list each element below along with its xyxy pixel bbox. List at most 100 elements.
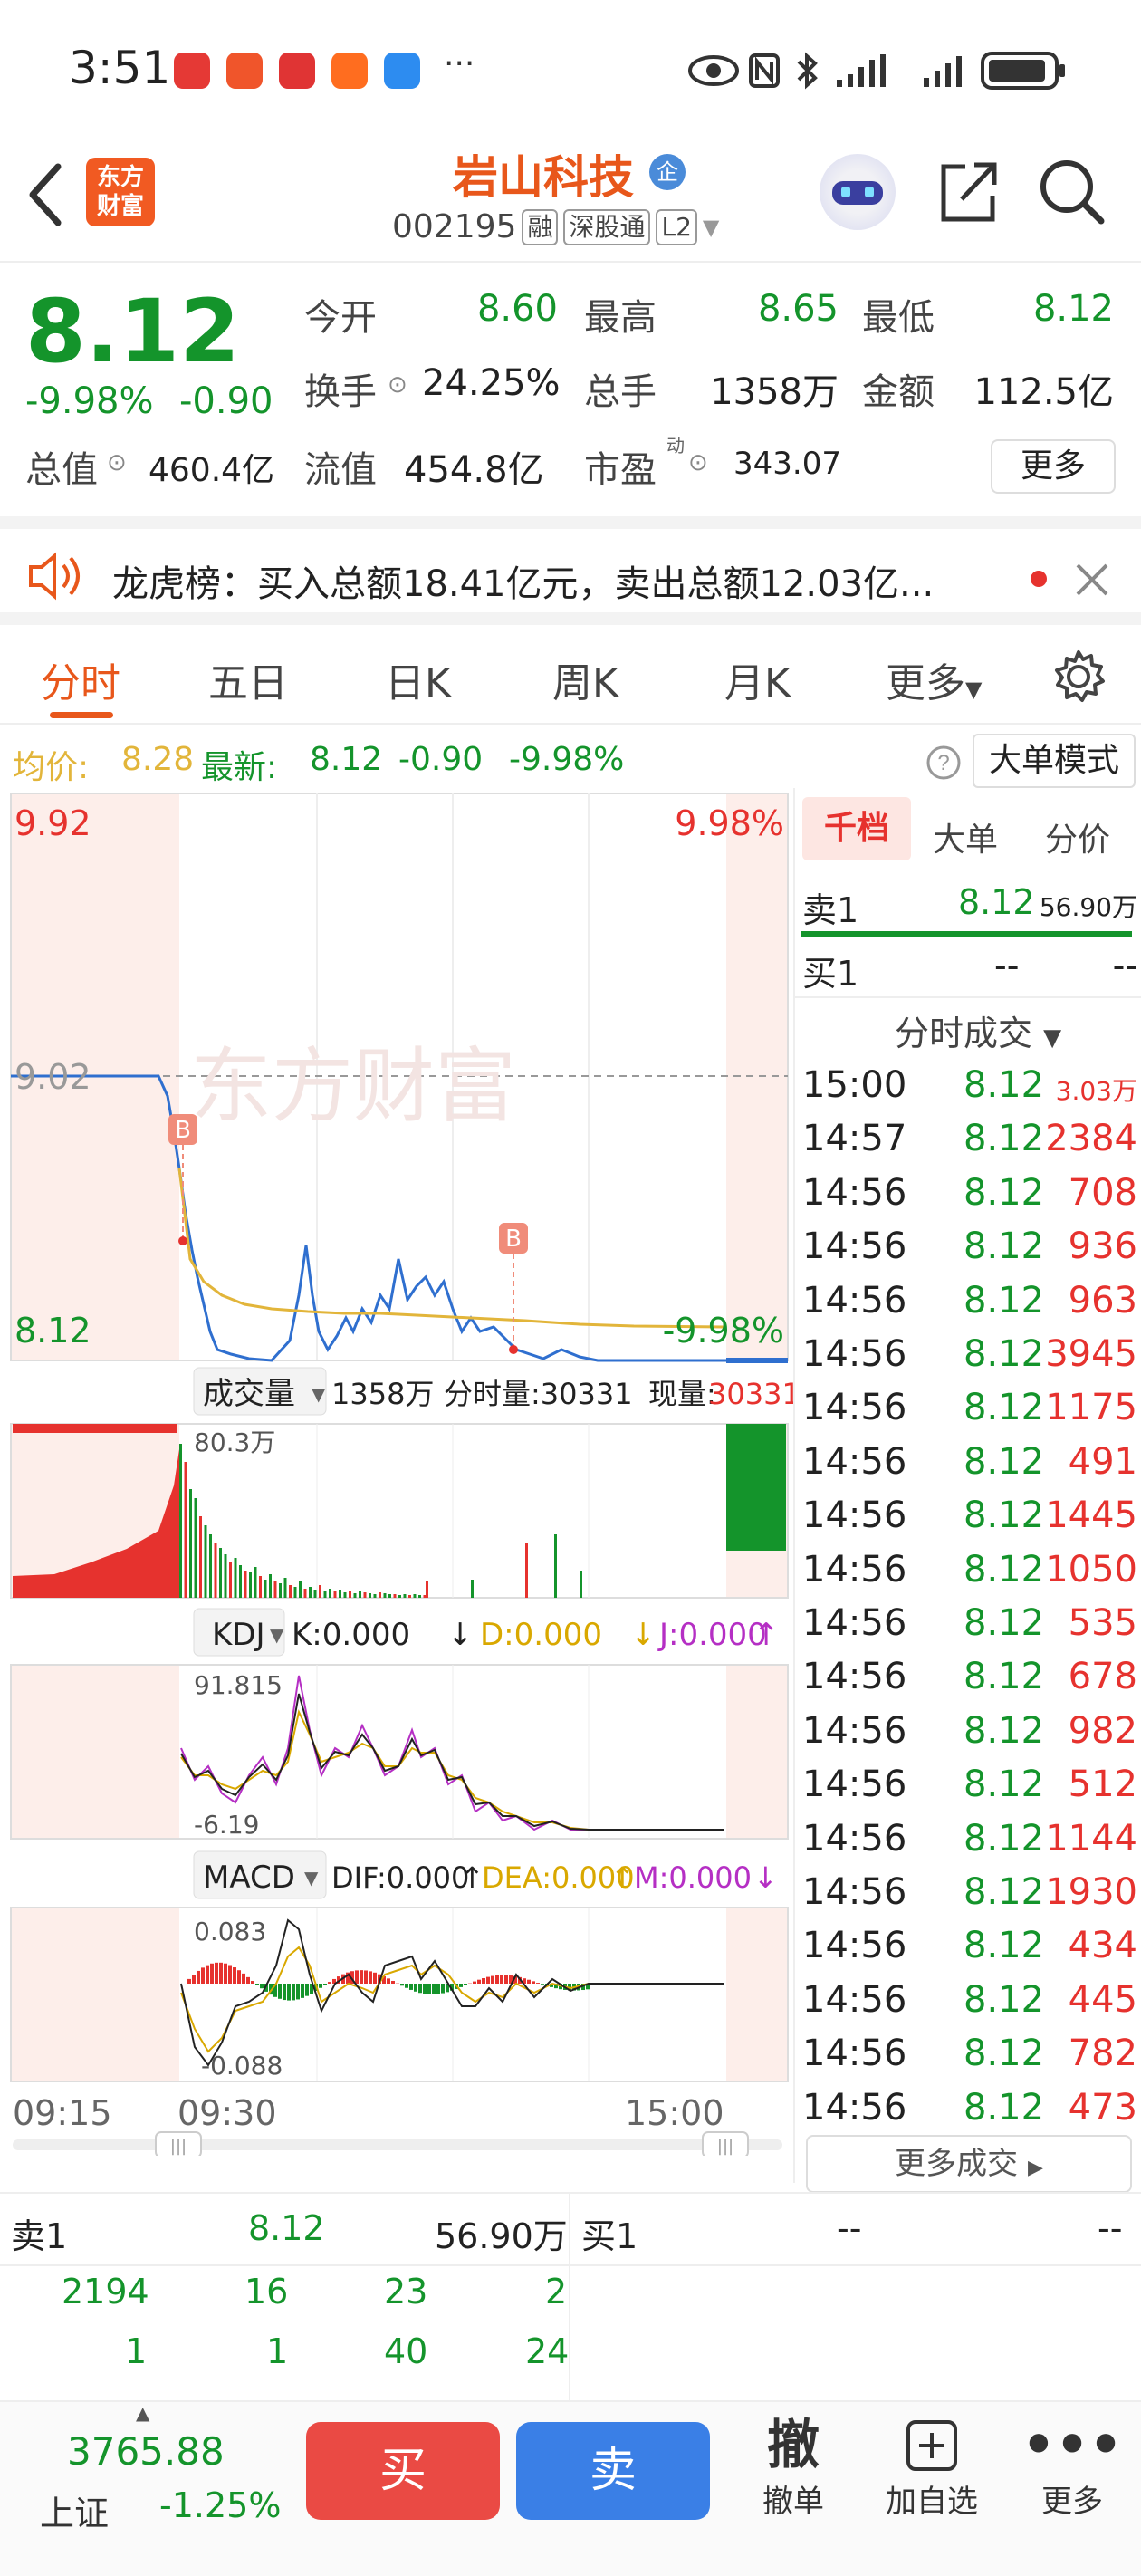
kdj-k: K:0.000 [292, 1617, 410, 1653]
add-watchlist-button[interactable]: 加自选 [873, 2413, 991, 2521]
tab-price-distribution[interactable]: 分价 [1045, 813, 1110, 860]
tab-more[interactable]: 更多▼ [886, 650, 982, 708]
trade-time: 14:56 [802, 1764, 907, 1806]
sell1-volume: 56.90万 [1039, 892, 1137, 922]
help-icon[interactable]: ? [925, 745, 962, 781]
tab-big-orders[interactable]: 大单 [933, 813, 998, 860]
watermark: 东方财富 [190, 1039, 516, 1134]
app-icon [226, 53, 263, 89]
trade-volume: 1050 [1045, 1548, 1137, 1591]
tab-daily-k[interactable]: 日K [385, 650, 451, 708]
buy-marker-label: B [175, 1117, 191, 1144]
tab-monthly-k[interactable]: 月K [724, 650, 791, 708]
sell-button[interactable]: 卖 [516, 2422, 710, 2520]
huawei-app-icon [174, 53, 210, 89]
back-icon[interactable] [25, 161, 65, 228]
trade-time: 14:56 [802, 2033, 907, 2075]
latest-change: -0.90 [398, 741, 484, 778]
trade-time: 14:56 [802, 1656, 907, 1698]
macd-bar [251, 1981, 254, 1984]
buy1-row: 买1 -- -- [801, 942, 1137, 996]
index-value[interactable]: 3765.88 [67, 2429, 225, 2474]
macd-bar [486, 1976, 490, 1984]
big-order-mode-button[interactable]: 大单模式 [973, 734, 1136, 788]
tab-intraday[interactable]: 分时 [41, 650, 120, 708]
notice-bar[interactable]: 龙虎榜：买入总额18.41亿元，卖出总额12.03亿... [0, 516, 1141, 625]
avg-price-bar: 均价: 8.28 最新: 8.12 -0.90 -9.98% ? 大单模式 [0, 734, 1141, 788]
trades-title-label: 分时成交 [895, 1014, 1033, 1053]
more-quote-button[interactable]: 更多 [991, 439, 1116, 494]
amount-value: 112.5亿 [973, 371, 1114, 413]
expand-triangle-icon[interactable]: ▼ [703, 215, 719, 240]
arrow-up-icon: ↑ [610, 1860, 635, 1895]
latest-change-pct: -9.98% [509, 741, 625, 778]
tab-depth[interactable]: 千档 [802, 797, 911, 860]
order-sell1-price: 8.12 [248, 2208, 325, 2248]
range-slider-track[interactable] [13, 2139, 782, 2150]
app-icon [279, 53, 315, 89]
trade-volume: 963 [1068, 1279, 1137, 1322]
dropdown-icon: ▼ [312, 1383, 326, 1405]
status-bar: 3:51 ··· [0, 0, 1141, 136]
trade-volume: 936 [1068, 1226, 1137, 1268]
volume-bar [299, 1581, 302, 1598]
trade-row: 14:56 8.12 1050 [801, 1549, 1137, 1602]
cancel-order-button[interactable]: 撤 撤单 [739, 2413, 848, 2521]
trade-volume: 708 [1068, 1171, 1137, 1214]
kdj-j: J:0.000 [657, 1617, 767, 1653]
stock-header: 东方 财富 岩山科技 企 002195 融 深股通 L2 ▼ [0, 136, 1141, 263]
trade-price: 8.12 [964, 1656, 1045, 1698]
macd-bar [541, 1984, 544, 1985]
search-icon[interactable] [1036, 156, 1108, 228]
more-actions-button[interactable]: ••• 更多 [1018, 2413, 1127, 2521]
arrow-up-icon: ↑ [460, 1860, 484, 1895]
trade-volume: 1930 [1045, 1871, 1137, 1913]
add-watchlist-label: 加自选 [886, 2484, 978, 2520]
order-buy1-label: 买1 [581, 2216, 638, 2256]
more-trades-button[interactable]: 更多成交 ▶ [806, 2135, 1132, 2193]
order-summary: 卖1 8.12 56.90万 买1 -- -- 2194 16 23 2 1 1… [0, 2192, 1141, 2402]
nfc-icon [749, 53, 780, 88]
intraday-chart[interactable]: 东方财富 B B 9.92 9.02 8.12 9.98% -9.98% 成交量… [0, 788, 793, 2156]
tab-five-day[interactable]: 五日 [208, 650, 288, 708]
change-percent: -9.98% [25, 380, 154, 422]
info-icon[interactable]: ⊙ [388, 371, 408, 399]
trade-volume: 535 [1068, 1602, 1137, 1644]
logo-line-1: 东方 [96, 164, 144, 191]
order-queue-cell: 2194 [62, 2272, 149, 2312]
settings-gear-icon[interactable] [1050, 649, 1107, 705]
trade-volume: 3.03万 [1055, 1076, 1137, 1106]
tab-weekly-k[interactable]: 周K [552, 650, 618, 708]
trade-time: 14:56 [802, 1171, 907, 1214]
trade-volume: 2384 [1045, 1118, 1137, 1160]
macd-bar [369, 1971, 372, 1984]
trade-time: 14:57 [802, 1118, 907, 1160]
volume-bar [383, 1593, 387, 1598]
volume-bar [194, 1498, 197, 1598]
trade-row: 14:56 8.12 936 [801, 1226, 1137, 1279]
arrow-down-icon: ↓ [753, 1860, 778, 1895]
macd-bar [405, 1984, 408, 1988]
info-icon[interactable]: ⊙ [107, 449, 127, 476]
expand-up-icon[interactable]: ▲ [136, 2402, 149, 2424]
trade-time: 14:56 [802, 1871, 907, 1913]
buy-button[interactable]: 买 [306, 2422, 500, 2520]
close-icon[interactable] [1074, 562, 1110, 598]
speaker-icon [29, 552, 80, 601]
macd-bar [228, 1965, 232, 1984]
macd-selector-label: MACD [203, 1860, 295, 1896]
macd-bar [260, 1984, 264, 1989]
info-icon[interactable]: ⊙ [688, 449, 708, 476]
trade-time: 14:56 [802, 1709, 907, 1752]
trade-row: 14:56 8.12 678 [801, 1656, 1137, 1709]
share-icon[interactable] [936, 154, 1000, 226]
assistant-robot-icon[interactable] [820, 154, 896, 230]
volume-bar [403, 1594, 407, 1598]
volume-bar [264, 1580, 267, 1598]
macd-m: M:0.000 [634, 1860, 752, 1895]
trade-price: 8.12 [964, 1279, 1045, 1322]
trades-title[interactable]: 分时成交 ▼ [895, 1005, 1061, 1055]
trade-row: 14:56 8.12 1144 [801, 1818, 1137, 1871]
volume-bar [259, 1576, 262, 1598]
sell1-label: 卖1 [802, 890, 859, 930]
